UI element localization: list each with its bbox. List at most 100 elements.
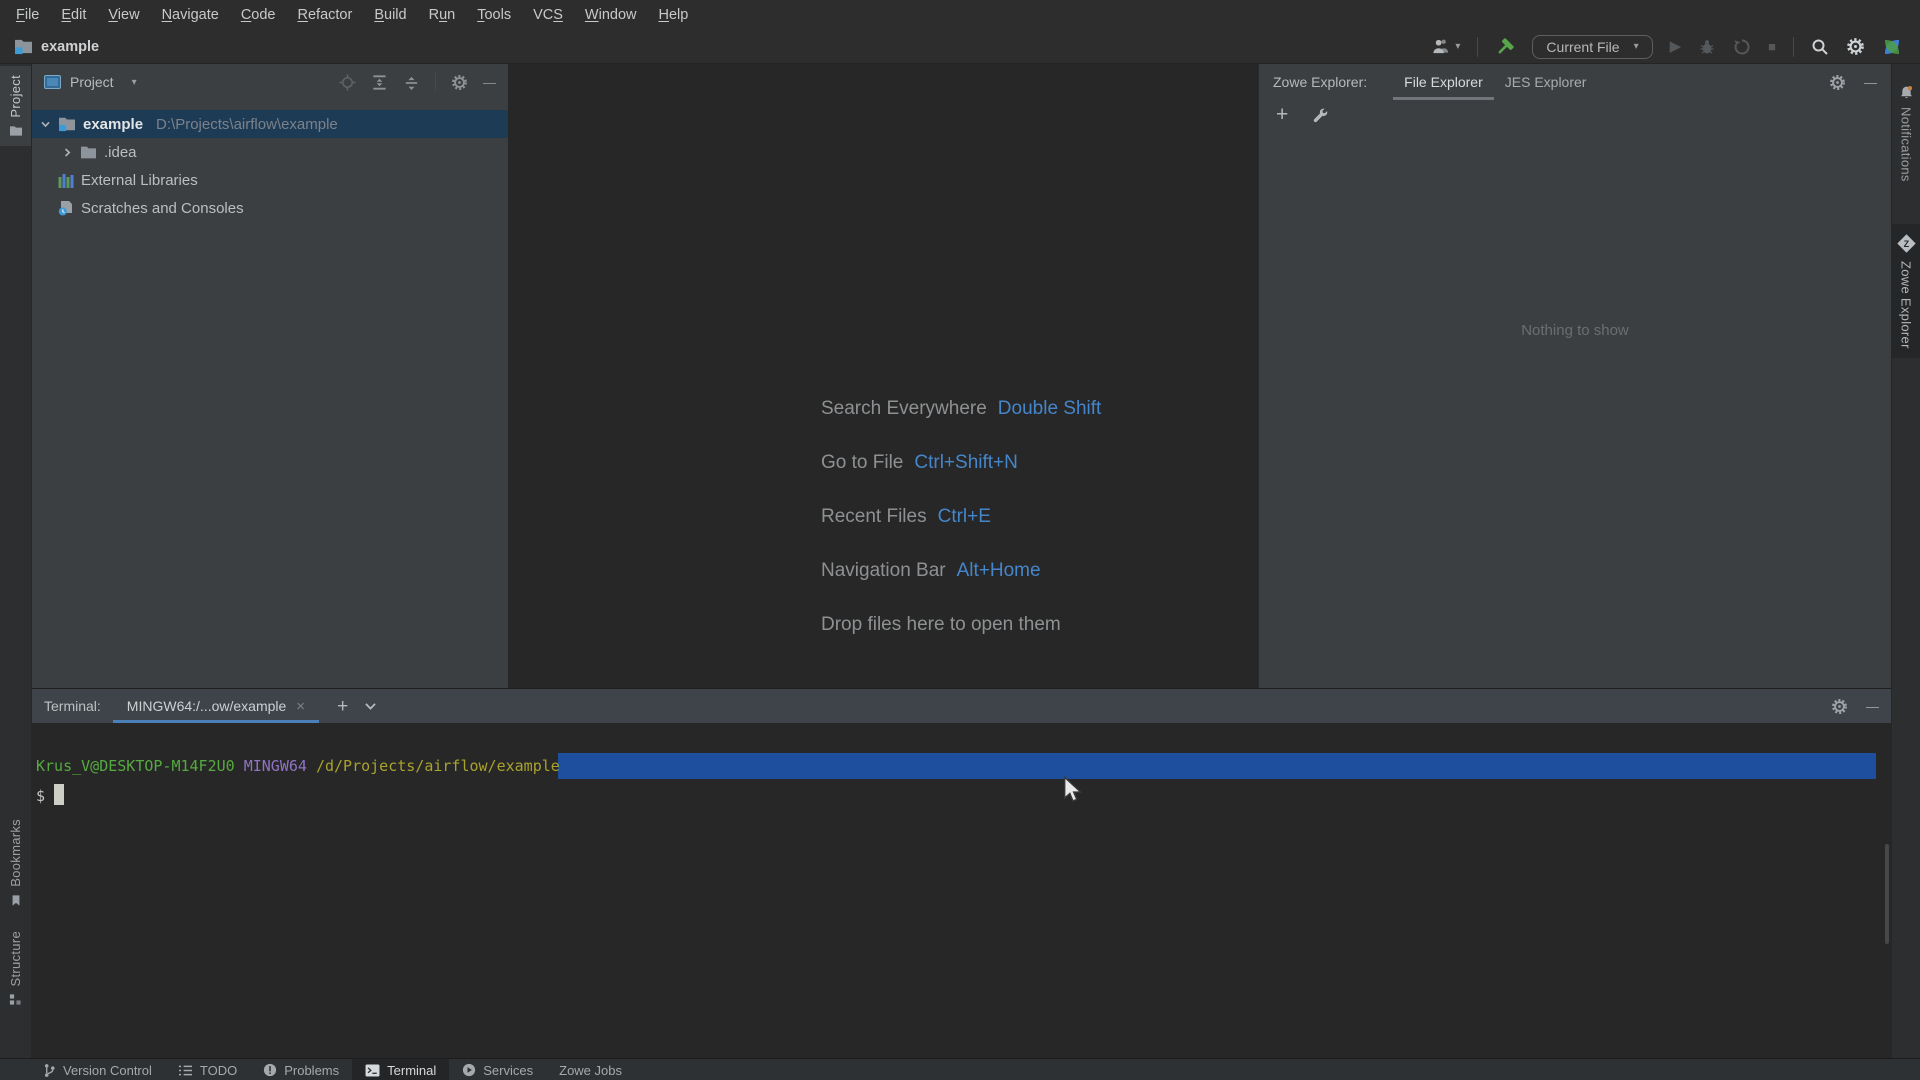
debug-bug-icon[interactable] (1698, 38, 1716, 56)
menu-item-tools[interactable]: Tools (466, 0, 522, 30)
statusbar-problems[interactable]: Problems (250, 1059, 352, 1080)
collapse-all-icon[interactable] (403, 74, 420, 91)
hide-panel-icon[interactable]: — (1866, 699, 1879, 714)
git-branch-icon (44, 1063, 55, 1077)
tree-row-example-root[interactable]: example D:\Projects\airflow\example (32, 110, 508, 138)
terminal-user-host: Krus_V@DESKTOP-M14F2U0 (36, 757, 235, 775)
zowe-explorer-tool-window: Zowe Explorer: File Explorer JES Explore… (1258, 64, 1891, 688)
statusbar-item-label: Terminal (387, 1062, 437, 1078)
chevron-down-icon[interactable]: ▾ (132, 77, 137, 88)
terminal-cwd: /d/Projects/airflow/example (315, 757, 560, 775)
shortcut-key-link[interactable]: Ctrl+Shift+N (914, 452, 1017, 473)
hide-panel-icon[interactable]: — (483, 75, 496, 90)
project-folder-icon (59, 117, 75, 132)
main-row: Project ▾ — example D:\Projects\airflow\… (32, 64, 1891, 688)
chevron-right-icon[interactable] (62, 147, 73, 158)
scratches-icon (58, 201, 72, 216)
terminal-output[interactable]: Krus_V@DESKTOP-M14F2U0 MINGW64 /d/Projec… (32, 723, 1891, 1058)
shortcut-key-link[interactable]: Ctrl+E (938, 506, 991, 527)
menu-item-refactor[interactable]: Refactor (287, 0, 364, 30)
gear-icon[interactable] (1831, 698, 1848, 715)
chevron-down-icon: ▾ (1455, 41, 1461, 52)
project-tool-window: Project ▾ — example D:\Projects\airflow\… (32, 64, 508, 688)
toolbar-divider (435, 73, 436, 91)
stop-button[interactable]: ■ (1768, 40, 1776, 53)
todo-list-icon (178, 1065, 192, 1075)
statusbar-item-label: Services (483, 1062, 534, 1078)
folder-icon (9, 125, 22, 136)
terminal-tab[interactable]: MINGW64:/...ow/example × (113, 689, 319, 723)
run-with-coverage-icon[interactable] (1733, 38, 1751, 56)
shortcut-key-link[interactable]: Double Shift (998, 398, 1102, 419)
menu-item-navigate[interactable]: Navigate (151, 0, 230, 30)
tool-button-bookmarks[interactable]: Bookmarks (0, 810, 31, 916)
libraries-icon (58, 173, 74, 188)
new-terminal-session-icon[interactable]: + (337, 697, 348, 716)
menu-item-view[interactable]: View (97, 0, 150, 30)
run-configuration-label: Current File (1546, 38, 1620, 55)
statusbar-services[interactable]: Services (449, 1059, 546, 1080)
project-panel-title[interactable]: Project (70, 74, 114, 90)
folder-icon (81, 146, 96, 158)
tree-row-scratches[interactable]: Scratches and Consoles (32, 194, 508, 222)
user-profile-button[interactable]: ▾ (1431, 37, 1460, 56)
menu-item-run[interactable]: Run (418, 0, 467, 30)
tool-button-structure[interactable]: Structure (0, 922, 31, 1015)
tree-node-name: External Libraries (81, 171, 198, 189)
menu-item-vcs[interactable]: VCS (522, 0, 574, 30)
expand-collapse-icon[interactable] (371, 74, 388, 91)
zowe-toolbar: + (1259, 100, 1891, 126)
shortcut-label: Navigation Bar (821, 560, 946, 581)
menu-item-code[interactable]: Code (230, 0, 287, 30)
terminal-tab-title: MINGW64:/...ow/example (126, 698, 287, 714)
add-profile-icon[interactable]: + (1276, 104, 1288, 126)
statusbar-terminal[interactable]: Terminal (352, 1059, 450, 1080)
toolbar-divider (1477, 36, 1479, 57)
statusbar-item-label: Version Control (63, 1062, 152, 1078)
tool-button-zowe-explorer[interactable]: Z Zowe Explorer (1892, 224, 1920, 358)
chevron-down-icon[interactable] (40, 119, 51, 130)
menu-item-edit[interactable]: Edit (50, 0, 97, 30)
services-icon (463, 1063, 476, 1077)
statusbar-zowe-jobs[interactable]: Zowe Jobs (546, 1059, 635, 1080)
shortcut-key-link[interactable]: Alt+Home (957, 560, 1041, 581)
menu-item-help[interactable]: Help (647, 0, 699, 30)
build-hammer-icon[interactable] (1495, 37, 1515, 57)
terminal-scrollbar[interactable] (1885, 844, 1889, 944)
gear-icon[interactable] (451, 74, 468, 91)
statusbar-version-control[interactable]: Version Control (30, 1059, 165, 1080)
close-icon[interactable]: × (296, 698, 305, 715)
tool-button-project[interactable]: Project (0, 66, 31, 146)
project-name: example (41, 38, 100, 55)
shortcut-label: Search Everywhere (821, 398, 987, 419)
tab-jes-explorer[interactable]: JES Explorer (1494, 64, 1598, 100)
chevron-down-icon[interactable] (364, 700, 377, 713)
tool-button-notifications[interactable]: Notifications (1892, 76, 1920, 191)
zowe-panel-title: Zowe Explorer: (1273, 74, 1368, 90)
terminal-label: Terminal: (44, 698, 101, 714)
tab-file-explorer[interactable]: File Explorer (1393, 64, 1494, 100)
run-configuration-dropdown[interactable]: Current File ▾ (1532, 34, 1653, 59)
project-tree: example D:\Projects\airflow\example .ide… (32, 100, 508, 222)
locate-target-icon[interactable] (339, 73, 356, 91)
tree-row-external-libraries[interactable]: External Libraries (32, 166, 508, 194)
statusbar-todo[interactable]: TODO (165, 1059, 250, 1080)
tool-button-structure-label: Structure (8, 931, 23, 987)
menu-item-build[interactable]: Build (363, 0, 417, 30)
menu-item-window[interactable]: Window (574, 0, 648, 30)
search-everywhere-icon[interactable] (1811, 38, 1829, 56)
tree-row-idea[interactable]: .idea (32, 138, 508, 166)
gear-icon[interactable] (1829, 74, 1846, 91)
statusbar-item-label: TODO (199, 1062, 238, 1078)
tool-window-bar: Version Control TODO Problems Terminal S… (0, 1058, 1920, 1080)
settings-gear-icon[interactable] (1846, 37, 1865, 56)
menu-item-file[interactable]: File (5, 0, 50, 30)
statusbar-item-label: Problems (284, 1062, 340, 1078)
zowe-panel-actions: — (1829, 74, 1883, 91)
wrench-icon[interactable] (1312, 107, 1328, 123)
zowe-panel-header: Zowe Explorer: File Explorer JES Explore… (1259, 64, 1891, 100)
hide-panel-icon[interactable]: — (1864, 75, 1877, 90)
terminal-prompt-line: Krus_V@DESKTOP-M14F2U0 MINGW64 /d/Projec… (36, 751, 1891, 781)
run-button[interactable]: ▶ (1670, 39, 1682, 54)
plugin-leaf-icon[interactable] (1882, 37, 1902, 57)
